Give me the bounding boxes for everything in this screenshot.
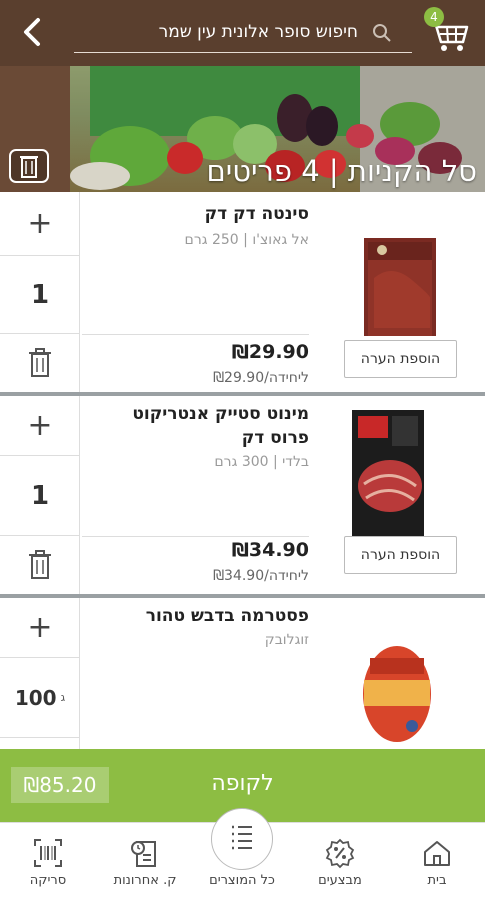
plus-icon: + [27,205,53,241]
quantity-value: 1 [30,480,50,511]
cart-item: + 1 סינטה דק דק אל גאוצ'ו | 250 גרם ₪29.… [0,192,485,392]
vegetables-banner: סל הקניות | 4 פריטים [0,66,485,192]
increase-quantity-button[interactable]: + [0,598,80,658]
cart-title: סל הקניות | 4 פריטים [206,154,477,188]
remove-item-button[interactable] [0,334,80,392]
unit-price: ₪34.90/ליחידה [213,568,309,584]
back-chevron-icon[interactable] [18,14,48,50]
checkout-label: לקופה [211,771,274,796]
product-brand-size: בלדי | 300 גרם [214,454,309,470]
percent-icon [325,838,355,869]
product-price: ₪34.90 [231,539,309,561]
cart-item: + 1 מינוט סטייק אנטריקוט פרוס דק בלדי | … [0,396,485,596]
search-field[interactable]: חיפוש סופר אלונית עין שמר [74,11,412,53]
quantity-display: 100 ג [0,658,80,738]
list-icon [232,825,252,850]
divider [82,536,309,537]
add-note-button[interactable]: הוספת הערה [344,536,457,574]
cart-items-list: + 1 סינטה דק דק אל גאוצ'ו | 250 גרם ₪29.… [0,192,485,749]
nav-deals-label: מבצעים [318,873,362,888]
product-price: ₪29.90 [231,341,309,363]
all-products-circle[interactable] [211,808,273,870]
nav-home-label: בית [427,873,447,888]
plus-icon: + [27,609,53,645]
product-brand-size: אל גאוצ'ו | 250 גרם [184,232,309,248]
product-name[interactable]: מינוט סטייק אנטריקוט פרוס דק [97,402,309,450]
history-icon [131,841,156,867]
product-image[interactable] [352,218,442,342]
clear-cart-trash-icon[interactable] [9,149,49,183]
quantity-display: 1 [0,456,80,536]
quantity-value: 1 [30,279,50,310]
product-image[interactable] [352,634,442,744]
quantity-value: 100 [14,685,57,710]
nav-scan-label: סריקה [29,873,67,888]
quantity-unit: ג [60,691,66,704]
nav-scan[interactable]: סריקה [8,823,88,901]
product-name[interactable]: סינטה דק דק [97,202,309,226]
remove-item-button[interactable] [0,536,80,594]
quantity-controls: + 1 [0,192,80,392]
search-icon [370,21,394,45]
barcode-icon [34,839,62,867]
product-image[interactable] [352,406,442,536]
nav-recent-label: ק. אחרונות [113,873,177,888]
cart-count-badge: 4 [424,7,444,27]
add-note-button[interactable]: הוספת הערה [344,340,457,378]
home-icon [424,841,450,866]
nav-all-products-label: כל המוצרים [209,873,275,888]
nav-recent-purchases[interactable]: ק. אחרונות [105,823,185,901]
product-name[interactable]: פסטרמה בדבש טהור [97,604,309,628]
unit-price: ₪29.90/ליחידה [213,370,309,386]
increase-quantity-button[interactable]: + [0,396,80,456]
quantity-controls: + 100 ג [0,598,80,749]
nav-deals[interactable]: מבצעים [300,823,380,901]
quantity-controls: + 1 [0,396,80,596]
trash-icon [29,348,51,377]
search-input[interactable]: חיפוש סופר אלונית עין שמר [159,22,358,42]
cart-item: + 100 ג פסטרמה בדבש טהור זוגלובק [0,598,485,749]
quantity-display: 1 [0,256,80,334]
increase-quantity-button[interactable]: + [0,192,80,256]
trash-icon [29,550,51,579]
plus-icon: + [27,407,53,443]
product-brand: זוגלובק [264,632,309,648]
nav-home[interactable]: בית [397,823,477,901]
divider [82,334,309,335]
top-bar: חיפוש סופר אלונית עין שמר 4 [0,0,485,66]
